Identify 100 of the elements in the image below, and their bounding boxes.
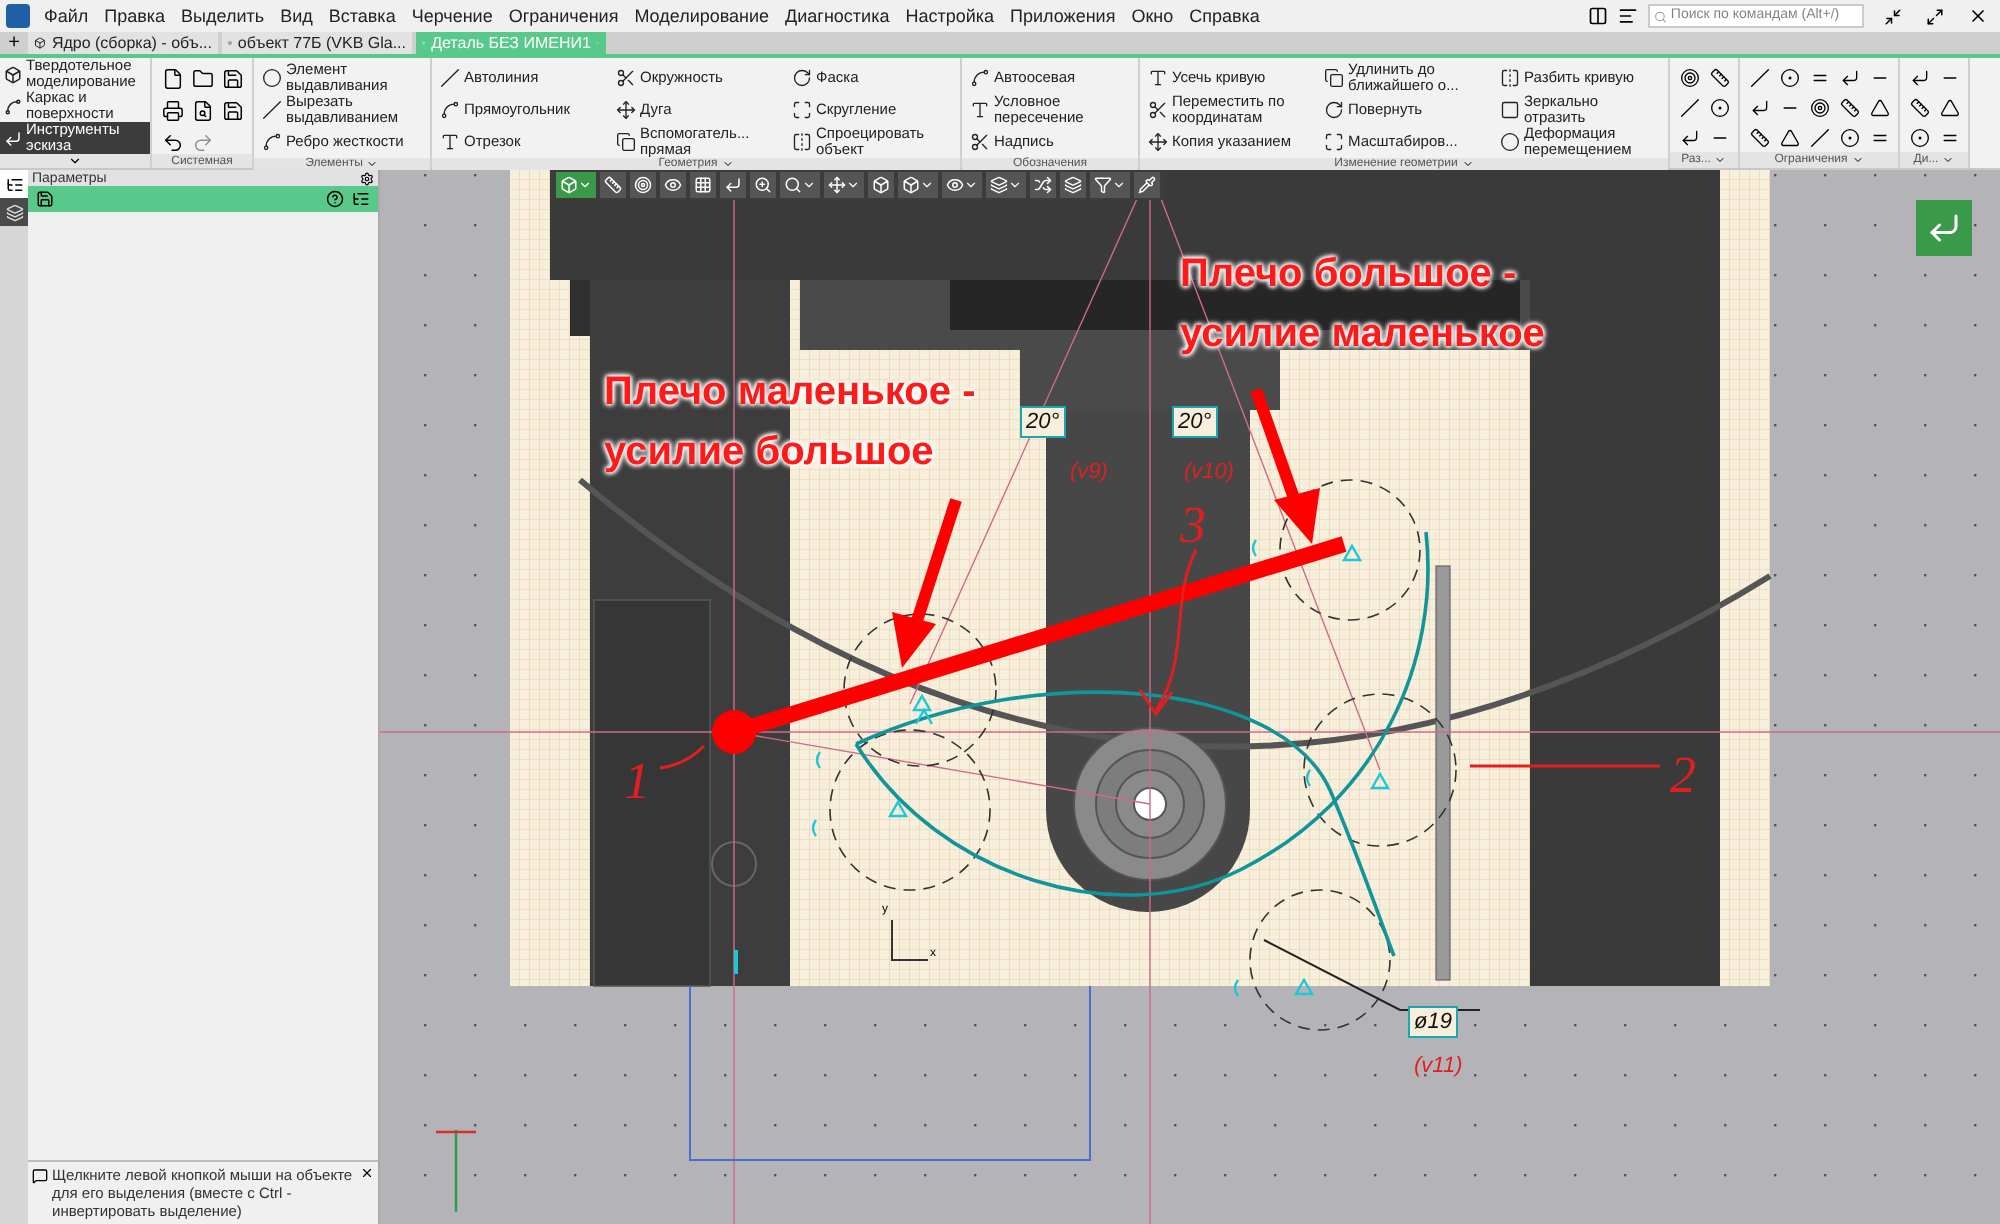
tree-icon[interactable] <box>352 190 370 208</box>
help-icon[interactable] <box>326 190 344 208</box>
constraint-button[interactable] <box>1838 126 1860 148</box>
move-icon <box>616 100 636 120</box>
toolbar-button[interactable] <box>986 172 1026 198</box>
new-tab-button[interactable]: + <box>0 34 28 54</box>
toolbar-button[interactable] <box>1060 172 1086 198</box>
constraint-button[interactable] <box>1708 66 1730 88</box>
toolbar-button[interactable] <box>1134 172 1160 198</box>
save-button[interactable] <box>220 66 244 90</box>
list-tab[interactable] <box>0 198 28 226</box>
constraint-button[interactable] <box>1938 96 1960 118</box>
pipette-icon <box>1138 176 1156 194</box>
constraint-button[interactable] <box>1708 96 1730 118</box>
undo-button[interactable] <box>160 130 184 154</box>
document-tab[interactable]: объект 77Б (VKB Gla... <box>222 32 412 54</box>
eye-icon <box>946 176 964 194</box>
menu-item[interactable]: Правка <box>104 6 166 26</box>
triangle-icon <box>1869 97 1889 117</box>
constraint-button[interactable] <box>1678 66 1700 88</box>
menu-item[interactable]: Файл <box>44 6 89 26</box>
toolbar-button[interactable] <box>824 172 864 198</box>
toolbar-button[interactable] <box>942 172 982 198</box>
panel-icon[interactable] <box>1618 6 1638 26</box>
menu-item[interactable]: Моделирование <box>634 6 770 26</box>
triangle-icon <box>1779 127 1799 147</box>
save-icon[interactable] <box>36 190 54 208</box>
constraint-button[interactable] <box>1838 66 1860 88</box>
filter-icon <box>1094 176 1112 194</box>
toolbar-button[interactable] <box>660 172 686 198</box>
menu-item[interactable]: Приложения <box>1010 6 1116 26</box>
file-button[interactable] <box>160 66 184 90</box>
settings-icon[interactable] <box>360 171 374 185</box>
constraint-button[interactable] <box>1748 66 1770 88</box>
cube-icon <box>560 176 578 194</box>
toolbar-button[interactable] <box>556 172 596 198</box>
collapse-icon <box>68 154 82 168</box>
scissors-icon <box>1148 100 1168 120</box>
constraint-button[interactable] <box>1908 96 1930 118</box>
constraint-button[interactable] <box>1778 66 1800 88</box>
menu-item[interactable]: Окно <box>1131 6 1174 26</box>
toolbar-button[interactable] <box>600 172 626 198</box>
toolbar-button[interactable] <box>780 172 820 198</box>
dimension-value[interactable]: 20° <box>1172 406 1218 438</box>
constraint-button[interactable] <box>1868 96 1890 118</box>
constraint-button[interactable] <box>1678 96 1700 118</box>
toolbar-button[interactable] <box>868 172 894 198</box>
menu-item[interactable]: Ограничения <box>508 6 619 26</box>
constraint-button[interactable] <box>1908 126 1930 148</box>
toolbar-button[interactable] <box>1090 172 1130 198</box>
toolbar-button[interactable] <box>630 172 656 198</box>
menu-item[interactable]: Черчение <box>411 6 493 26</box>
caret-icon <box>1942 154 1955 166</box>
toolbar-button[interactable] <box>690 172 716 198</box>
move-icon <box>828 176 846 194</box>
minimize-icon[interactable] <box>1884 7 1902 25</box>
constraint-button[interactable] <box>1748 126 1770 148</box>
menu-item[interactable]: Вид <box>280 6 313 26</box>
menu-item[interactable]: Вставка <box>328 6 396 26</box>
sketch-mode-icon[interactable] <box>1916 200 1972 256</box>
constraint-button[interactable] <box>1808 96 1830 118</box>
layout-icon[interactable] <box>1588 6 1608 26</box>
document-tab[interactable]: Ядро (сборка) - объ... <box>28 32 218 54</box>
text-icon <box>970 100 990 120</box>
preview-button[interactable] <box>190 98 214 122</box>
constraint-button[interactable] <box>1838 96 1860 118</box>
menu-item[interactable]: Справка <box>1189 6 1260 26</box>
folder-button[interactable] <box>190 66 214 90</box>
caret-icon <box>846 178 860 192</box>
menu-item[interactable]: Настройка <box>905 6 995 26</box>
constraint-button[interactable] <box>1908 66 1930 88</box>
toolbar-button[interactable] <box>1030 172 1056 198</box>
menu-item[interactable]: Выделить <box>181 6 265 26</box>
tree-tab[interactable] <box>0 170 28 198</box>
toolbar-button[interactable] <box>898 172 938 198</box>
tree-icon <box>5 175 23 193</box>
handwritten-mark: 1 <box>624 750 650 814</box>
mirror-icon <box>1500 68 1520 88</box>
dimension-value[interactable]: ø19 <box>1408 1006 1458 1038</box>
close-icon[interactable] <box>1968 6 1988 26</box>
zoom-in-icon <box>754 176 772 194</box>
caret-icon <box>1461 158 1474 170</box>
dimension-value[interactable]: 20° <box>1020 406 1066 438</box>
constraint-button[interactable] <box>1778 126 1800 148</box>
constraint-button[interactable] <box>1808 126 1830 148</box>
printer-button[interactable] <box>160 98 184 122</box>
close-icon[interactable] <box>360 1166 374 1180</box>
toolbar-button[interactable] <box>720 172 746 198</box>
arrows-icon <box>1034 176 1052 194</box>
ruler-icon <box>1749 127 1769 147</box>
target-icon <box>1809 97 1829 117</box>
folder-icon <box>191 67 213 89</box>
constraint-button[interactable] <box>1678 126 1700 148</box>
constraint-button[interactable] <box>1748 96 1770 118</box>
maximize-icon[interactable] <box>1926 7 1944 25</box>
toolbar-button[interactable] <box>750 172 776 198</box>
scale-icon <box>1324 132 1344 152</box>
ruler-icon <box>1909 97 1929 117</box>
save-button[interactable] <box>220 98 244 122</box>
menu-item[interactable]: Диагностика <box>785 6 890 26</box>
